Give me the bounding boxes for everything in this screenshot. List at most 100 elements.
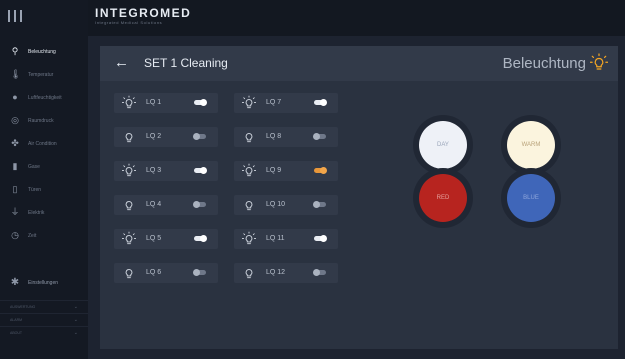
light-toggle[interactable] [194,99,207,106]
mode-button-warm[interactable]: WARM [507,121,555,169]
mode-label: DAY [437,142,449,148]
bulb-icon [122,129,136,145]
toggle-knob [320,99,327,106]
sidebar-item-label: Elektrik [28,209,45,216]
mode-button-blue[interactable]: BLUE [507,174,555,222]
sidebar: ⚲ Beleuchtung 🌡 Temperatur ● Luftfeuchtigkeit… [0,0,88,359]
mode-button-red[interactable]: RED [419,174,467,222]
light-card-lq7: LQ 7 [234,93,338,113]
sidebar-item-label: Temperatur [28,71,54,78]
mode-label: RED [436,195,450,201]
sidebar-footer-item[interactable]: AUSWERTUNG ⌄ [0,300,88,313]
bulb-icon [242,129,256,145]
sidebar-item-raumdruck[interactable]: ◎ Raumdruck [0,109,88,132]
sidebar-item-luftfeuchtigkeit[interactable]: ● Luftfeuchtigkeit [0,86,88,109]
light-label: LQ 1 [146,99,162,106]
toggle-knob [193,269,200,276]
light-toggle[interactable] [193,133,206,140]
sidebar-item-beleuchtung[interactable]: ⚲ Beleuchtung [0,40,88,63]
logo-text: INTEGROMED [95,6,192,20]
sidebar-item-gase[interactable]: ▮ Gase [0,155,88,178]
toggle-knob [313,133,320,140]
toggle-knob [193,201,200,208]
light-card-lq6: LQ 6 [114,263,218,283]
sidebar-footer: AUSWERTUNG ⌄ ALARM ⌄ ABOUT ⌄ [0,300,88,339]
toggle-knob [313,269,320,276]
sidebar-item-label: Raumdruck [28,117,54,124]
gear-icon: ✱ [10,277,20,288]
light-label: LQ 6 [146,269,162,276]
sidebar-item-label: Luftfeuchtigkeit [28,94,62,101]
sidebar-item-settings[interactable]: ✱ Einstellungen [10,278,58,288]
light-card-lq8: LQ 8 [234,127,338,147]
menu-icon[interactable] [8,10,22,24]
light-toggle[interactable] [314,167,327,174]
light-card-lq12: LQ 12 [234,263,338,283]
sidebar-item-air-condition[interactable]: ✤ Air Condition [0,132,88,155]
chevron-down-icon: ⌄ [73,317,78,323]
bulb-glow-icon [121,231,137,247]
toggle-knob [320,167,327,174]
sidebar-footer-item[interactable]: ABOUT ⌄ [0,326,88,339]
sidebar-item-label: Zeit [28,232,37,239]
bulb-icon [242,197,256,213]
light-card-lq3: LQ 3 [114,161,218,181]
bulb-glow-icon [590,53,608,70]
sidebar-footer-label: AUSWERTUNG [10,305,36,309]
light-toggle[interactable] [313,133,326,140]
light-toggle[interactable] [313,201,326,208]
droplet-icon: ● [12,92,18,102]
toggle-knob [193,133,200,140]
door-icon: ▯ [12,184,18,194]
sidebar-item-elektrik[interactable]: ⏚ Elektrik [0,201,88,224]
light-toggle[interactable] [313,269,326,276]
light-card-lq4: LQ 4 [114,195,218,215]
thermometer-icon: 🌡 [10,69,22,79]
bulb-glow-icon [241,163,257,179]
light-card-lq10: LQ 10 [234,195,338,215]
settings-label: Einstellungen [28,280,59,286]
bulb-icon [122,265,136,281]
light-card-lq11: LQ 11 [234,229,338,249]
light-label: LQ 12 [266,269,286,276]
bulb-glow-icon [241,231,257,247]
bulb-glow-icon [121,95,137,111]
sidebar-footer-item[interactable]: ALARM ⌄ [0,313,88,326]
gas-cylinder-icon: ▮ [12,161,18,171]
sidebar-item-label: Beleuchtung [28,48,56,55]
toggle-knob [200,235,207,242]
arrow-left-icon[interactable]: ← [114,53,129,73]
light-label: LQ 5 [146,235,162,242]
mode-button-day[interactable]: DAY [419,121,467,169]
light-card-lq2: LQ 2 [114,127,218,147]
gauge-icon: ◎ [11,115,19,125]
logo: INTEGROMED Integrated Medical Solutions [95,7,191,25]
light-toggle[interactable] [314,235,327,242]
light-card-lq1: LQ 1 [114,93,218,113]
sidebar-item-label: Türen [28,186,42,193]
light-toggle[interactable] [194,167,207,174]
light-label: LQ 4 [146,201,162,208]
light-toggle[interactable] [314,99,327,106]
sidebar-item-label: Air Condition [28,140,57,147]
light-toggle[interactable] [194,235,207,242]
sidebar-item-t-ren[interactable]: ▯ Türen [0,178,88,201]
light-toggle[interactable] [193,269,206,276]
section-title: Beleuchtung [502,55,586,72]
sidebar-footer-label: ALARM [10,318,23,322]
clock-icon: ◷ [11,230,19,240]
chevron-down-icon: ⌄ [73,330,78,336]
mode-label: BLUE [523,195,539,201]
light-toggle[interactable] [193,201,206,208]
bulb-glow-icon [121,163,137,179]
sidebar-item-zeit[interactable]: ◷ Zeit [0,224,88,247]
sidebar-nav: ⚲ Beleuchtung 🌡 Temperatur ● Luftfeuchtigkeit… [0,40,88,247]
light-card-lq5: LQ 5 [114,229,218,249]
toggle-knob [320,235,327,242]
mode-label: WARM [521,142,541,148]
main-panel: ← SET 1 Cleaning Beleuchtung LQ 1 LQ 2 LQ … [100,46,618,349]
sidebar-item-temperatur[interactable]: 🌡 Temperatur [0,63,88,86]
light-label: LQ 2 [146,133,162,140]
toggle-knob [200,167,207,174]
light-label: LQ 3 [146,167,162,174]
